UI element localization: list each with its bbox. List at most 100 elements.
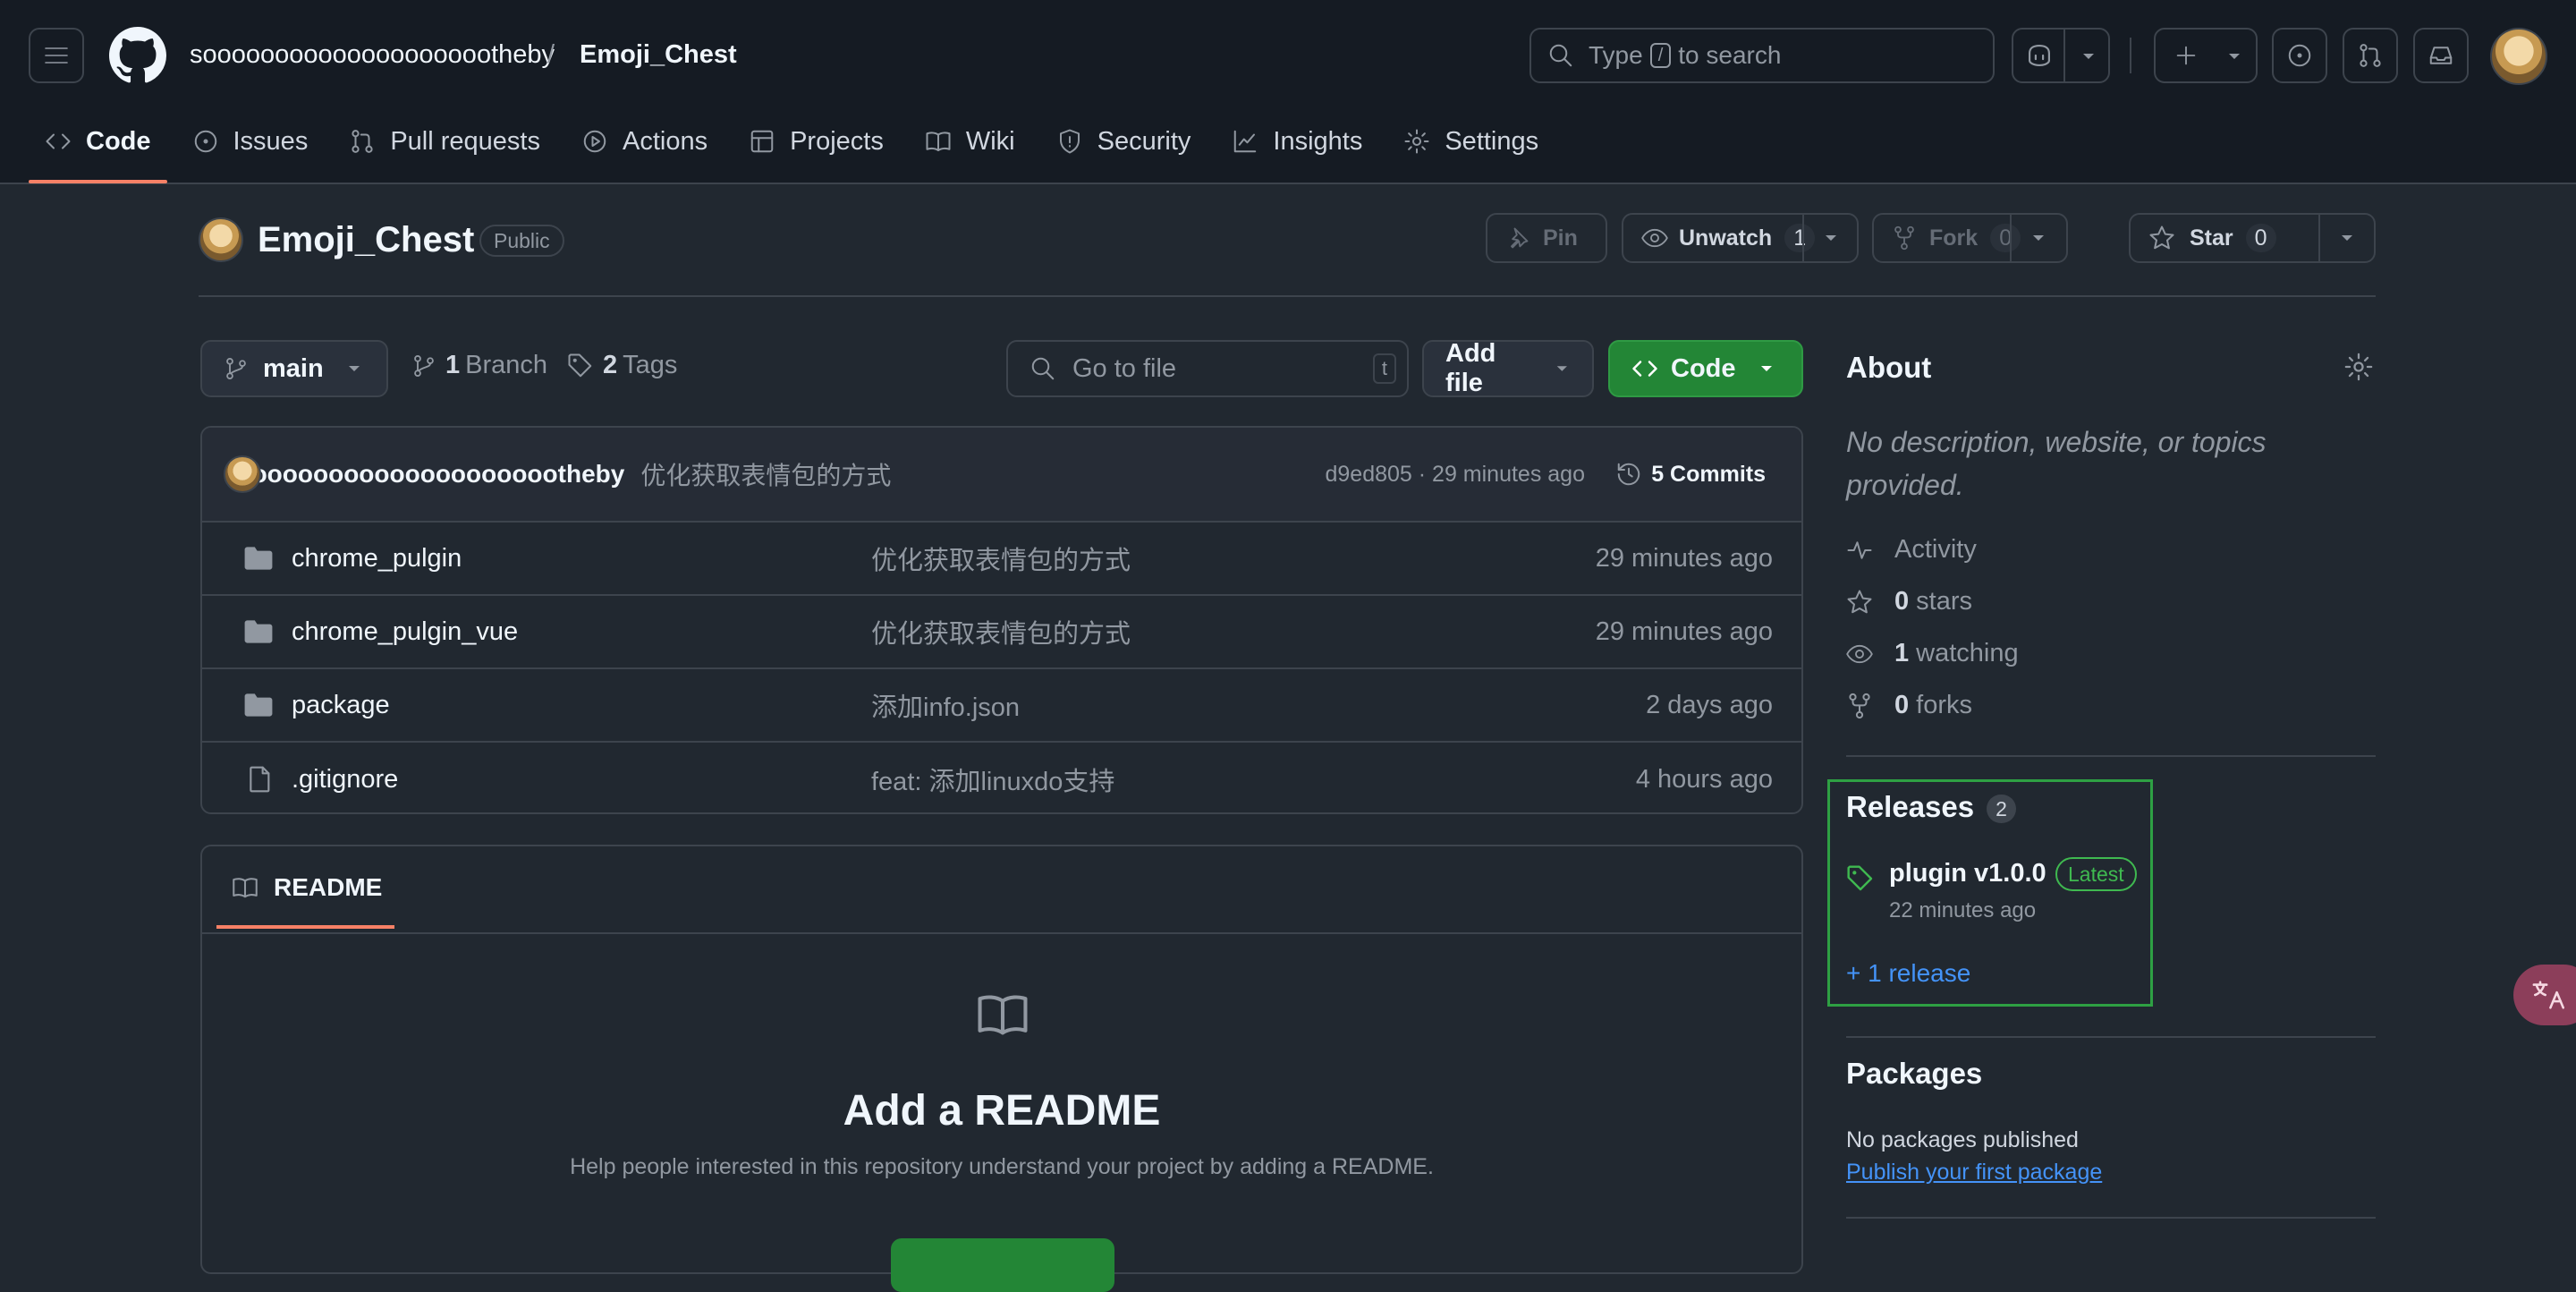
activity-link[interactable]: Activity: [1846, 535, 1977, 565]
file-time: 29 minutes ago: [1595, 616, 1773, 646]
branches-link[interactable]: 1 Branch: [411, 351, 547, 380]
commits-link[interactable]: 5 Commits: [1615, 461, 1766, 488]
tab-issues[interactable]: Issues: [176, 115, 325, 168]
file-commit-message[interactable]: 优化获取表情包的方式: [871, 613, 1131, 650]
forks-link[interactable]: 0 forks: [1846, 691, 1972, 720]
file-row[interactable]: .gitignore feat: 添加linuxdo支持 4 hours ago: [202, 743, 1801, 812]
go-to-file-input[interactable]: Go to file t: [1006, 340, 1409, 397]
about-heading: About: [1846, 351, 1932, 384]
breadcrumb-repo[interactable]: Emoji_Chest: [580, 37, 737, 72]
breadcrumb-owner[interactable]: sooooooooooooooooooootheby: [190, 37, 555, 72]
code-button[interactable]: Code: [1608, 340, 1803, 397]
sidebar-divider: [1846, 1217, 2376, 1219]
stars-label: stars: [1916, 587, 1972, 616]
file-name[interactable]: chrome_pulgin: [292, 544, 462, 574]
tab-pull-requests[interactable]: Pull requests: [333, 115, 556, 168]
sidebar-divider: [1846, 755, 2376, 757]
gear-icon: [1404, 129, 1429, 154]
play-icon: [583, 130, 606, 153]
chevron-down-icon: [1760, 366, 1772, 371]
create-new-button[interactable]: [2154, 28, 2258, 83]
repo-title[interactable]: Emoji_Chest: [258, 218, 474, 261]
file-row[interactable]: chrome_pulgin_vue 优化获取表情包的方式 29 minutes …: [202, 596, 1801, 669]
pull-requests-button[interactable]: [2343, 28, 2398, 83]
chevron-down-icon[interactable]: [2029, 233, 2047, 243]
commit-author-avatar[interactable]: [224, 455, 261, 493]
fork-button[interactable]: Fork 0: [1872, 213, 2068, 263]
search-shortcut-key: /: [1649, 43, 1672, 68]
tab-security[interactable]: Security: [1040, 115, 1208, 168]
user-avatar[interactable]: [2490, 28, 2547, 85]
go-to-file-placeholder: Go to file: [1072, 353, 1177, 383]
tab-wiki[interactable]: Wiki: [909, 115, 1031, 168]
publish-package-link[interactable]: Publish your first package: [1846, 1160, 2102, 1186]
commit-author[interactable]: sooooooooooooooooooootheby: [238, 460, 624, 489]
history-icon: [1617, 463, 1640, 486]
translate-float-button[interactable]: [2513, 965, 2576, 1025]
watch-count: 1: [1784, 224, 1816, 252]
file-row[interactable]: chrome_pulgin 优化获取表情包的方式 29 minutes ago: [202, 523, 1801, 596]
chevron-down-icon[interactable]: [1822, 233, 1840, 243]
github-logo-icon[interactable]: [109, 27, 166, 84]
more-releases-link[interactable]: + 1 release: [1846, 959, 1970, 988]
file-icon: [250, 766, 270, 793]
star-count: 0: [2245, 224, 2276, 252]
star-button[interactable]: Star 0: [2129, 213, 2376, 263]
tag-icon: [568, 353, 592, 377]
file-commit-message[interactable]: 优化获取表情包的方式: [871, 540, 1131, 577]
tab-projects[interactable]: Projects: [733, 115, 900, 168]
tab-actions[interactable]: Actions: [565, 115, 724, 168]
menu-button[interactable]: [29, 28, 84, 83]
code-icon: [46, 133, 71, 149]
readme-tab[interactable]: README: [216, 873, 395, 929]
repo-owner-avatar[interactable]: [199, 217, 243, 262]
pull-request-icon: [2360, 44, 2381, 67]
copilot-button[interactable]: [2012, 28, 2110, 83]
tab-settings[interactable]: Settings: [1387, 115, 1555, 168]
tags-link[interactable]: 2 Tags: [567, 351, 677, 380]
title-divider: [199, 295, 2376, 297]
branch-icon: [414, 354, 434, 377]
releases-count: 2: [1987, 795, 2016, 824]
tag-count: 2: [603, 351, 618, 379]
file-commit-message[interactable]: feat: 添加linuxdo支持: [871, 761, 1114, 798]
file-name[interactable]: package: [292, 691, 390, 720]
tag-count-label: Tags: [623, 351, 678, 379]
file-row[interactable]: package 添加info.json 2 days ago: [202, 669, 1801, 743]
add-file-button[interactable]: Add file: [1422, 339, 1594, 397]
tab-insights[interactable]: Insights: [1216, 115, 1378, 168]
fork-label: Fork: [1929, 225, 1979, 251]
packages-heading[interactable]: Packages: [1846, 1057, 1982, 1091]
readme-header: README: [202, 846, 1801, 934]
file-commit-message[interactable]: 添加info.json: [871, 686, 1020, 724]
star-label: Star: [2190, 225, 2233, 251]
inbox-button[interactable]: [2413, 28, 2469, 83]
no-packages-text: No packages published: [1846, 1127, 2079, 1152]
watch-button[interactable]: Unwatch 1: [1622, 213, 1859, 263]
issues-button[interactable]: [2272, 28, 2327, 83]
gear-icon[interactable]: [2343, 352, 2374, 382]
shield-icon: [1059, 129, 1080, 154]
issue-icon: [2288, 44, 2311, 67]
readme-empty-subtitle: Help people interested in this repositor…: [570, 1154, 1434, 1179]
commit-message[interactable]: 优化获取表情包的方式: [640, 456, 891, 492]
tab-code[interactable]: Code: [29, 115, 167, 183]
release-name[interactable]: plugin v1.0.0: [1889, 859, 2046, 888]
chevron-down-icon[interactable]: [2338, 233, 2356, 243]
branch-select[interactable]: main: [200, 340, 388, 397]
folder-icon: [244, 693, 273, 717]
watching-link[interactable]: 1 watching: [1846, 639, 2019, 668]
issue-icon: [194, 130, 216, 153]
star-icon: [2149, 225, 2174, 250]
file-name[interactable]: .gitignore: [292, 765, 398, 795]
releases-heading[interactable]: Releases 2: [1846, 790, 2016, 824]
add-readme-button[interactable]: [891, 1238, 1114, 1292]
file-name[interactable]: chrome_pulgin_vue: [292, 617, 518, 647]
latest-commit-row: sooooooooooooooooooootheby 优化获取表情包的方式 d9…: [202, 428, 1801, 523]
commit-hash-time[interactable]: d9ed805 · 29 minutes ago: [1326, 462, 1586, 488]
search-input[interactable]: Type / to search: [1530, 28, 1995, 83]
stars-link[interactable]: 0 stars: [1846, 587, 1972, 616]
watch-label: Unwatch: [1679, 225, 1773, 251]
pin-button[interactable]: Pin: [1486, 213, 1607, 263]
about-description: No description, website, or topics provi…: [1846, 426, 2267, 501]
